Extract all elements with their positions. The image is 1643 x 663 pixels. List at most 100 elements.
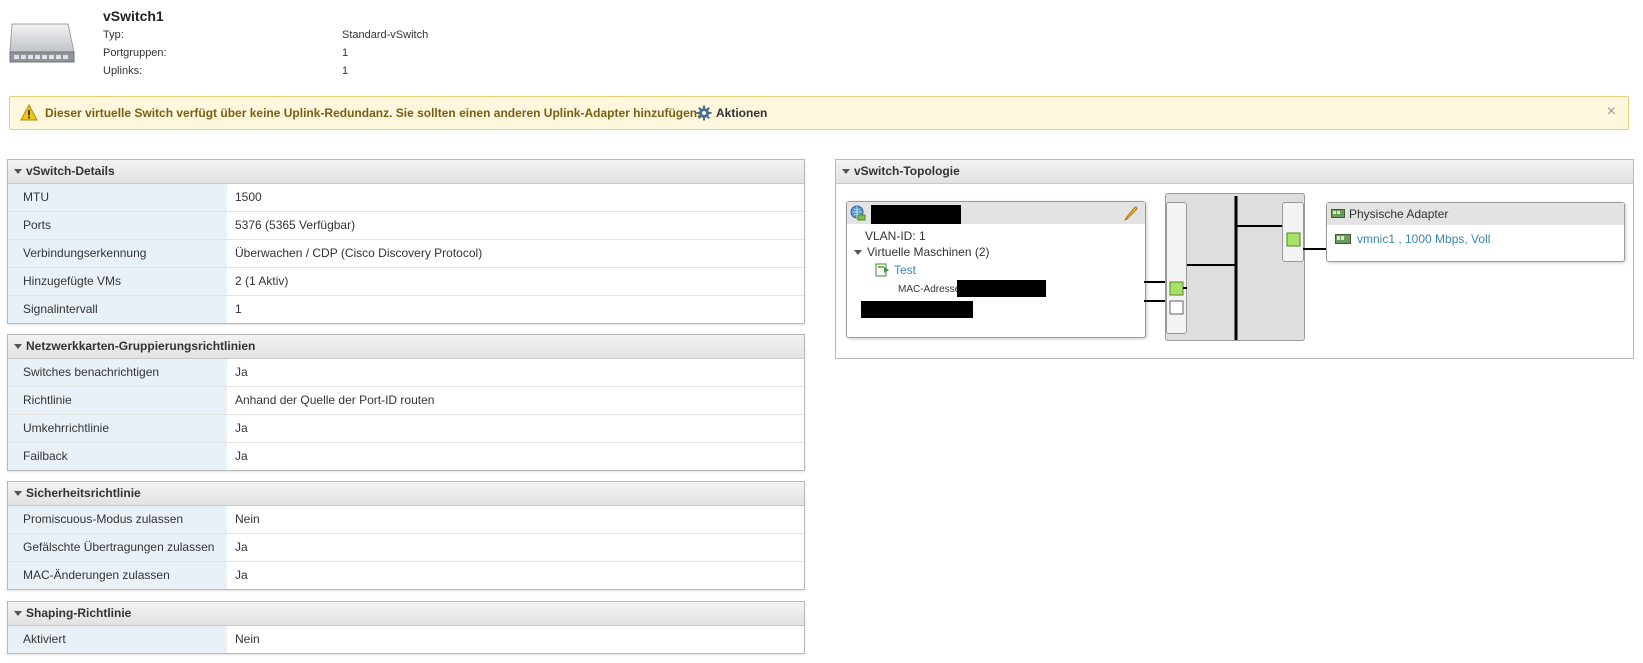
vm-icon: [875, 263, 889, 277]
property-value: 1: [235, 302, 242, 316]
physical-adapters-box: Physische Adapter vmnic1 , 1000 Mbps, Vo…: [1326, 202, 1625, 262]
redacted-mac-address: [957, 280, 1046, 297]
property-value: Überwachen / CDP (Cisco Discovery Protoc…: [235, 246, 483, 260]
portgroups-label: Portgruppen:: [103, 47, 167, 59]
switch-title: vSwitch1: [103, 8, 164, 24]
collapse-triangle-icon: [14, 491, 22, 496]
property-value: Nein: [235, 512, 260, 526]
inactive-port-icon: [1169, 300, 1184, 315]
property-value: 5376 (5365 Verfügbar): [235, 218, 356, 232]
property-value: Nein: [235, 632, 260, 646]
table-row: Hinzugefügte VMs 2 (1 Aktiv): [8, 268, 804, 296]
property-value: Anhand der Quelle der Port-ID routen: [235, 393, 435, 407]
virtual-machines-label: Virtuelle Maschinen (2): [867, 245, 990, 259]
property-label: MAC-Änderungen zulassen: [8, 562, 227, 589]
property-label: MTU: [8, 184, 227, 211]
mac-address-label: MAC-Adresse: [898, 284, 961, 295]
table-row: Promiscuous-Modus zulassen Nein: [8, 506, 804, 534]
gear-icon: [696, 105, 712, 121]
table-row: MAC-Änderungen zulassen Ja: [8, 562, 804, 589]
type-label: Typ:: [103, 29, 124, 41]
vlan-id-text: VLAN-ID: 1: [865, 229, 926, 243]
property-value: Ja: [235, 540, 248, 554]
property-label: Aktiviert: [8, 626, 227, 653]
switch-icon: [9, 23, 75, 63]
property-label: Ports: [8, 212, 227, 239]
panel-title: Netzwerkkarten-Gruppierungsrichtlinien: [26, 339, 256, 353]
property-value: Ja: [235, 568, 248, 582]
collapse-triangle-icon: [842, 169, 850, 174]
collapse-triangle-icon: [14, 169, 22, 174]
collapse-triangle-icon: [14, 344, 22, 349]
property-value: Ja: [235, 449, 248, 463]
collapse-triangle-icon: [14, 611, 22, 616]
vm-name-link[interactable]: Test: [894, 263, 916, 277]
property-label: Richtlinie: [8, 387, 227, 414]
vswitch-topology-panel: vSwitch-Topologie VLAN-ID: 1 Virtuelle M…: [835, 159, 1634, 359]
active-port-icon: [1169, 281, 1184, 296]
type-value: Standard-vSwitch: [342, 29, 429, 41]
security-policy-header[interactable]: Sicherheitsrichtlinie: [8, 482, 804, 506]
table-row: Gefälschte Übertragungen zulassen Ja: [8, 534, 804, 562]
table-row: Ports 5376 (5365 Verfügbar): [8, 212, 804, 240]
security-policy-panel: Sicherheitsrichtlinie Promiscuous-Modus …: [7, 481, 805, 590]
actions-label: Aktionen: [716, 106, 768, 120]
table-row: Switches benachrichtigen Ja: [8, 359, 804, 387]
collapse-triangle-icon: [854, 249, 862, 255]
topology-header[interactable]: vSwitch-Topologie: [836, 160, 1633, 184]
adapter-link[interactable]: vmnic1 , 1000 Mbps, Voll: [1357, 232, 1490, 246]
table-row: MTU 1500: [8, 184, 804, 212]
edit-pencil-icon[interactable]: [1123, 205, 1139, 221]
portgroup-header: [847, 202, 1145, 224]
vswitch-details-header[interactable]: vSwitch-Details: [8, 160, 804, 184]
panel-title: vSwitch-Details: [26, 164, 115, 178]
portgroup-box[interactable]: VLAN-ID: 1 Virtuelle Maschinen (2) Test …: [846, 201, 1146, 338]
property-value: 2 (1 Aktiv): [235, 274, 289, 288]
redacted-vm-name: [861, 301, 973, 318]
close-icon[interactable]: ×: [1607, 103, 1616, 121]
teaming-policy-panel: Netzwerkkarten-Gruppierungsrichtlinien S…: [7, 334, 805, 471]
property-label: Switches benachrichtigen: [8, 359, 227, 386]
table-row: Umkehrrichtlinie Ja: [8, 415, 804, 443]
nic-icon: [1331, 209, 1345, 218]
property-value: 1500: [235, 190, 262, 204]
property-label: Failback: [8, 443, 227, 470]
property-label: Promiscuous-Modus zulassen: [8, 506, 227, 533]
warning-text: Dieser virtuelle Switch verfügt über kei…: [45, 106, 701, 120]
property-label: Gefälschte Übertragungen zulassen: [8, 534, 227, 561]
panel-title: Sicherheitsrichtlinie: [26, 486, 141, 500]
adapter-item-vmnic1[interactable]: vmnic1 , 1000 Mbps, Voll: [1335, 232, 1490, 246]
redundancy-warning-banner: Dieser virtuelle Switch verfügt über kei…: [9, 96, 1629, 130]
uplinks-label: Uplinks:: [103, 65, 143, 77]
warning-icon: [20, 104, 38, 121]
panel-title: Shaping-Richtlinie: [26, 606, 132, 620]
switch-header: vSwitch1 Typ: Standard-vSwitch Portgrupp…: [0, 0, 1643, 90]
uplink-port-icon: [1286, 232, 1301, 247]
redacted-portgroup-name: [871, 205, 961, 224]
virtual-switch-diagram: [1165, 193, 1305, 341]
property-label: Signalintervall: [8, 296, 227, 323]
vm-item-test[interactable]: Test: [875, 263, 916, 277]
property-label: Umkehrrichtlinie: [8, 415, 227, 442]
switch-wiring: [1169, 196, 1301, 340]
physical-adapters-title: Physische Adapter: [1349, 207, 1449, 221]
property-value: Ja: [235, 421, 248, 435]
physical-adapters-header: Physische Adapter: [1327, 203, 1624, 225]
property-label: Verbindungserkennung: [8, 240, 227, 267]
virtual-machines-toggle[interactable]: Virtuelle Maschinen (2): [854, 245, 990, 259]
actions-button[interactable]: Aktionen: [696, 105, 767, 121]
uplinks-value: 1: [342, 65, 349, 77]
vswitch-details-panel: vSwitch-Details MTU 1500 Ports 5376 (5365 …: [7, 159, 805, 324]
panel-title: vSwitch-Topologie: [854, 164, 960, 178]
teaming-policy-header[interactable]: Netzwerkkarten-Gruppierungsrichtlinien: [8, 335, 804, 359]
shaping-policy-panel: Shaping-Richtlinie Aktiviert Nein: [7, 601, 805, 654]
portgroups-value: 1: [342, 47, 349, 59]
shaping-policy-header[interactable]: Shaping-Richtlinie: [8, 602, 804, 626]
table-row: Signalintervall 1: [8, 296, 804, 323]
property-value: Ja: [235, 365, 248, 379]
table-row: Richtlinie Anhand der Quelle der Port-ID …: [8, 387, 804, 415]
nic-icon: [1335, 233, 1351, 244]
network-icon: [850, 205, 866, 221]
property-label: Hinzugefügte VMs: [8, 268, 227, 295]
table-row: Aktiviert Nein: [8, 626, 804, 653]
